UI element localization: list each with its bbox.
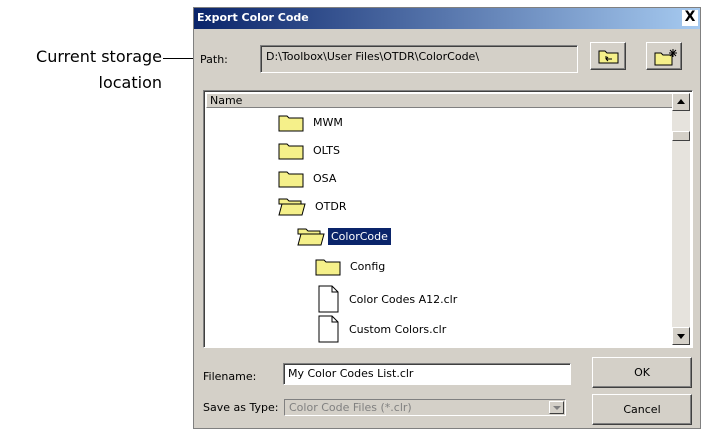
callout-label-line2: location [98,73,162,92]
list-item[interactable]: Custom Colors.clr [318,314,449,344]
scroll-up-button[interactable] [672,93,690,111]
item-name: OTDR [315,199,347,213]
name-column-header[interactable]: Name [206,93,673,108]
new-folder-icon [654,49,677,66]
folder-icon [278,143,304,160]
up-folder-button[interactable] [590,42,626,70]
dialog-title: Export Color Code [197,11,309,24]
dialog-titlebar[interactable]: Export Color Code X [194,8,700,29]
scroll-down-button[interactable] [672,327,690,345]
cancel-button[interactable]: Cancel [592,394,692,425]
down-arrow-icon [677,334,685,339]
item-name: MWM [313,115,343,129]
vertical-scrollbar[interactable] [672,93,690,345]
list-item[interactable]: OLTS [278,137,343,163]
scroll-thumb[interactable] [672,131,690,141]
item-name: Custom Colors.clr [349,322,447,336]
item-name: ColorCode [327,226,392,246]
path-field: D:\Toolbox\User Files\OTDR\ColorCode\ [260,45,578,73]
item-name: Color Codes A12.clr [349,292,458,306]
folder-icon [278,171,304,188]
ok-button[interactable]: OK [592,357,692,388]
save-as-type-select[interactable]: Color Code Files (*.clr) [284,399,566,416]
save-as-type-label: Save as Type: [203,401,279,414]
folder-up-icon [598,50,619,64]
dropdown-arrow-button[interactable] [549,401,564,414]
item-name: OSA [313,171,337,185]
file-icon [318,315,339,343]
export-color-code-dialog: Export Color Code X Path: D:\Toolbox\Use… [193,7,701,429]
list-item[interactable]: Color Codes A12.clr [318,284,460,314]
list-item[interactable]: Config [315,253,388,279]
save-as-type-value: Color Code Files (*.clr) [289,401,412,414]
callout-label-line1: Current storage [36,47,162,66]
folder-icon [315,259,341,276]
path-label: Path: [200,53,228,66]
list-item[interactable]: OSA [278,165,339,191]
filename-input[interactable]: My Color Codes List.clr [283,363,571,385]
filename-label: Filename: [203,370,257,383]
file-list[interactable]: Name MWM OLTS OSA OTDR ColorCode Config … [203,90,693,348]
list-item-selected[interactable]: ColorCode [297,223,392,249]
callout-leader-line [163,58,195,59]
list-item[interactable]: MWM [278,109,346,135]
open-folder-icon [297,228,325,246]
folder-icon [278,115,304,132]
new-folder-button[interactable] [646,42,682,70]
chevron-down-icon [553,406,561,410]
open-folder-icon [278,198,306,216]
item-name: Config [350,259,386,273]
file-icon [318,285,339,313]
close-button[interactable]: X [682,10,698,26]
list-item[interactable]: OTDR [278,193,350,219]
item-name: OLTS [313,143,340,157]
up-arrow-icon [677,99,685,104]
